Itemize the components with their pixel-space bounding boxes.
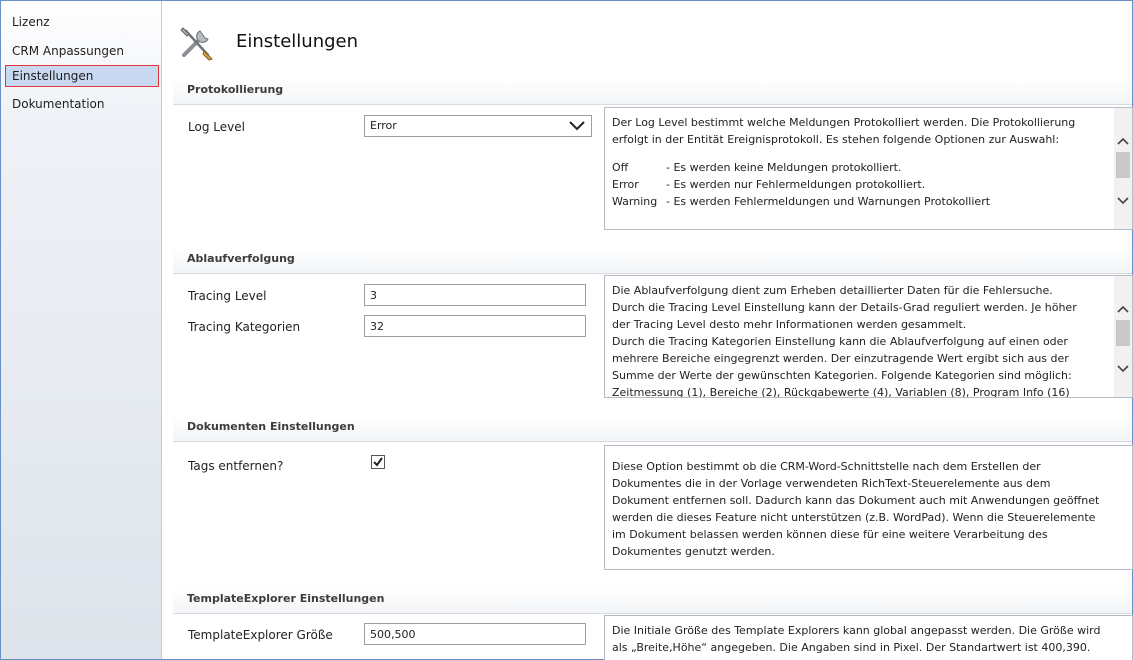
section-title: Protokollierung <box>187 83 284 96</box>
option-text: - Es werden nur Fehlermeldungen protokol… <box>666 178 926 191</box>
tags-entfernen-label: Tags entfernen? <box>188 459 284 473</box>
option-text: - Es werden Fehlermeldungen und Warnunge… <box>666 195 991 208</box>
desc-line: im Dokument belassen werden können diese… <box>612 528 1048 541</box>
section-title: TemplateExplorer Einstellungen <box>187 592 385 605</box>
option-row: Off - Es werden keine Meldungen protokoll… <box>612 159 1110 176</box>
desc-line: Dokumentes genutzt werden. <box>612 545 775 558</box>
log-level-label: Log Level <box>188 120 245 134</box>
main-content: Einstellungen Protokollierung Log Level … <box>163 1 1133 660</box>
tracing-kategorien-input[interactable] <box>364 315 586 337</box>
scroll-down-icon[interactable] <box>1116 362 1130 376</box>
sidebar-item-crm-anpassungen[interactable]: CRM Anpassungen <box>5 40 159 62</box>
sidebar-item-dokumentation[interactable]: Dokumentation <box>5 93 159 115</box>
section-title: Ablaufverfolgung <box>187 252 295 265</box>
tags-entfernen-checkbox[interactable] <box>371 455 385 469</box>
desc-line: Dokument entfernen soll. Dadurch kann da… <box>612 494 1100 507</box>
desc-line: erfolgt in der Entität Ereignisprotokoll… <box>612 133 1060 146</box>
option-row: Warning - Es werden Fehlermeldungen und W… <box>612 193 1110 210</box>
log-level-description: Der Log Level bestimmt welche Meldungen … <box>604 107 1133 230</box>
scroll-thumb[interactable] <box>1116 152 1130 178</box>
tools-icon <box>178 25 218 61</box>
option-key: Off <box>612 161 629 174</box>
templateexplorer-description: Die Initiale Größe des Template Explorer… <box>604 615 1133 660</box>
section-header-protokollierung: Protokollierung <box>173 79 1132 105</box>
desc-line: Der Log Level bestimmt welche Meldungen … <box>612 116 1076 129</box>
chevron-down-icon <box>569 121 585 131</box>
scroll-up-icon[interactable] <box>1116 134 1130 148</box>
log-level-select[interactable]: Error <box>364 115 592 137</box>
option-key: Warning <box>612 195 658 208</box>
desc-line: Durch die Tracing Level Einstellung kann… <box>612 301 1077 314</box>
description-scrollbar[interactable] <box>1114 276 1132 397</box>
desc-line: Summe der Werte der gewünschten Kategori… <box>612 369 1072 382</box>
desc-line: Diese Option bestimmt ob die CRM-Word-Sc… <box>612 460 1041 473</box>
section-header-templateexplorer: TemplateExplorer Einstellungen <box>173 588 1132 614</box>
tags-description: Diese Option bestimmt ob die CRM-Word-Sc… <box>604 445 1133 570</box>
description-scrollbar[interactable] <box>1114 108 1132 229</box>
desc-line: mehrere Bereiche eingegrenzt werden. Der… <box>612 352 1069 365</box>
desc-line: Die Initiale Größe des Template Explorer… <box>612 624 1101 637</box>
desc-line: Dokumentes die in der Vorlage verwendete… <box>612 477 1051 490</box>
scroll-thumb[interactable] <box>1116 320 1130 346</box>
tracing-description: Die Ablaufverfolgung dient zum Erheben d… <box>604 275 1133 398</box>
section-header-dokumente: Dokumenten Einstellungen <box>173 416 1132 442</box>
checkmark-icon <box>373 457 383 467</box>
templateexplorer-size-label: TemplateExplorer Größe <box>188 628 333 642</box>
scroll-up-icon[interactable] <box>1116 302 1130 316</box>
option-row: Error - Es werden nur Fehlermeldungen pro… <box>612 176 1110 193</box>
desc-line: als „Breite,Höhe“ angegeben. Die Angaben… <box>612 641 1091 654</box>
section-title: Dokumenten Einstellungen <box>187 420 355 433</box>
page-title: Einstellungen <box>236 31 359 52</box>
log-level-value: Error <box>370 119 397 132</box>
templateexplorer-size-input[interactable] <box>364 623 586 645</box>
sidebar-item-einstellungen[interactable]: Einstellungen <box>5 65 159 87</box>
section-header-ablaufverfolgung: Ablaufverfolgung <box>173 248 1132 274</box>
sidebar-item-lizenz[interactable]: Lizenz <box>5 11 159 33</box>
scroll-down-icon[interactable] <box>1116 194 1130 208</box>
option-text: - Es werden keine Meldungen protokollier… <box>666 161 902 174</box>
sidebar: Lizenz CRM Anpassungen Einstellungen Dok… <box>1 1 162 659</box>
desc-line: Die Ablaufverfolgung dient zum Erheben d… <box>612 284 1053 297</box>
tracing-kategorien-label: Tracing Kategorien <box>188 320 301 334</box>
option-key: Error <box>612 178 639 191</box>
desc-line: Durch die Tracing Kategorien Einstellung… <box>612 335 1068 348</box>
tracing-level-label: Tracing Level <box>188 289 267 303</box>
tracing-level-input[interactable] <box>364 284 586 306</box>
desc-line: Zeitmessung (1), Bereiche (2), Rückgabew… <box>612 386 1070 398</box>
desc-line: der Tracing Level desto mehr Information… <box>612 318 967 331</box>
desc-line: werden die dieses Feature nicht unterstü… <box>612 511 1096 524</box>
